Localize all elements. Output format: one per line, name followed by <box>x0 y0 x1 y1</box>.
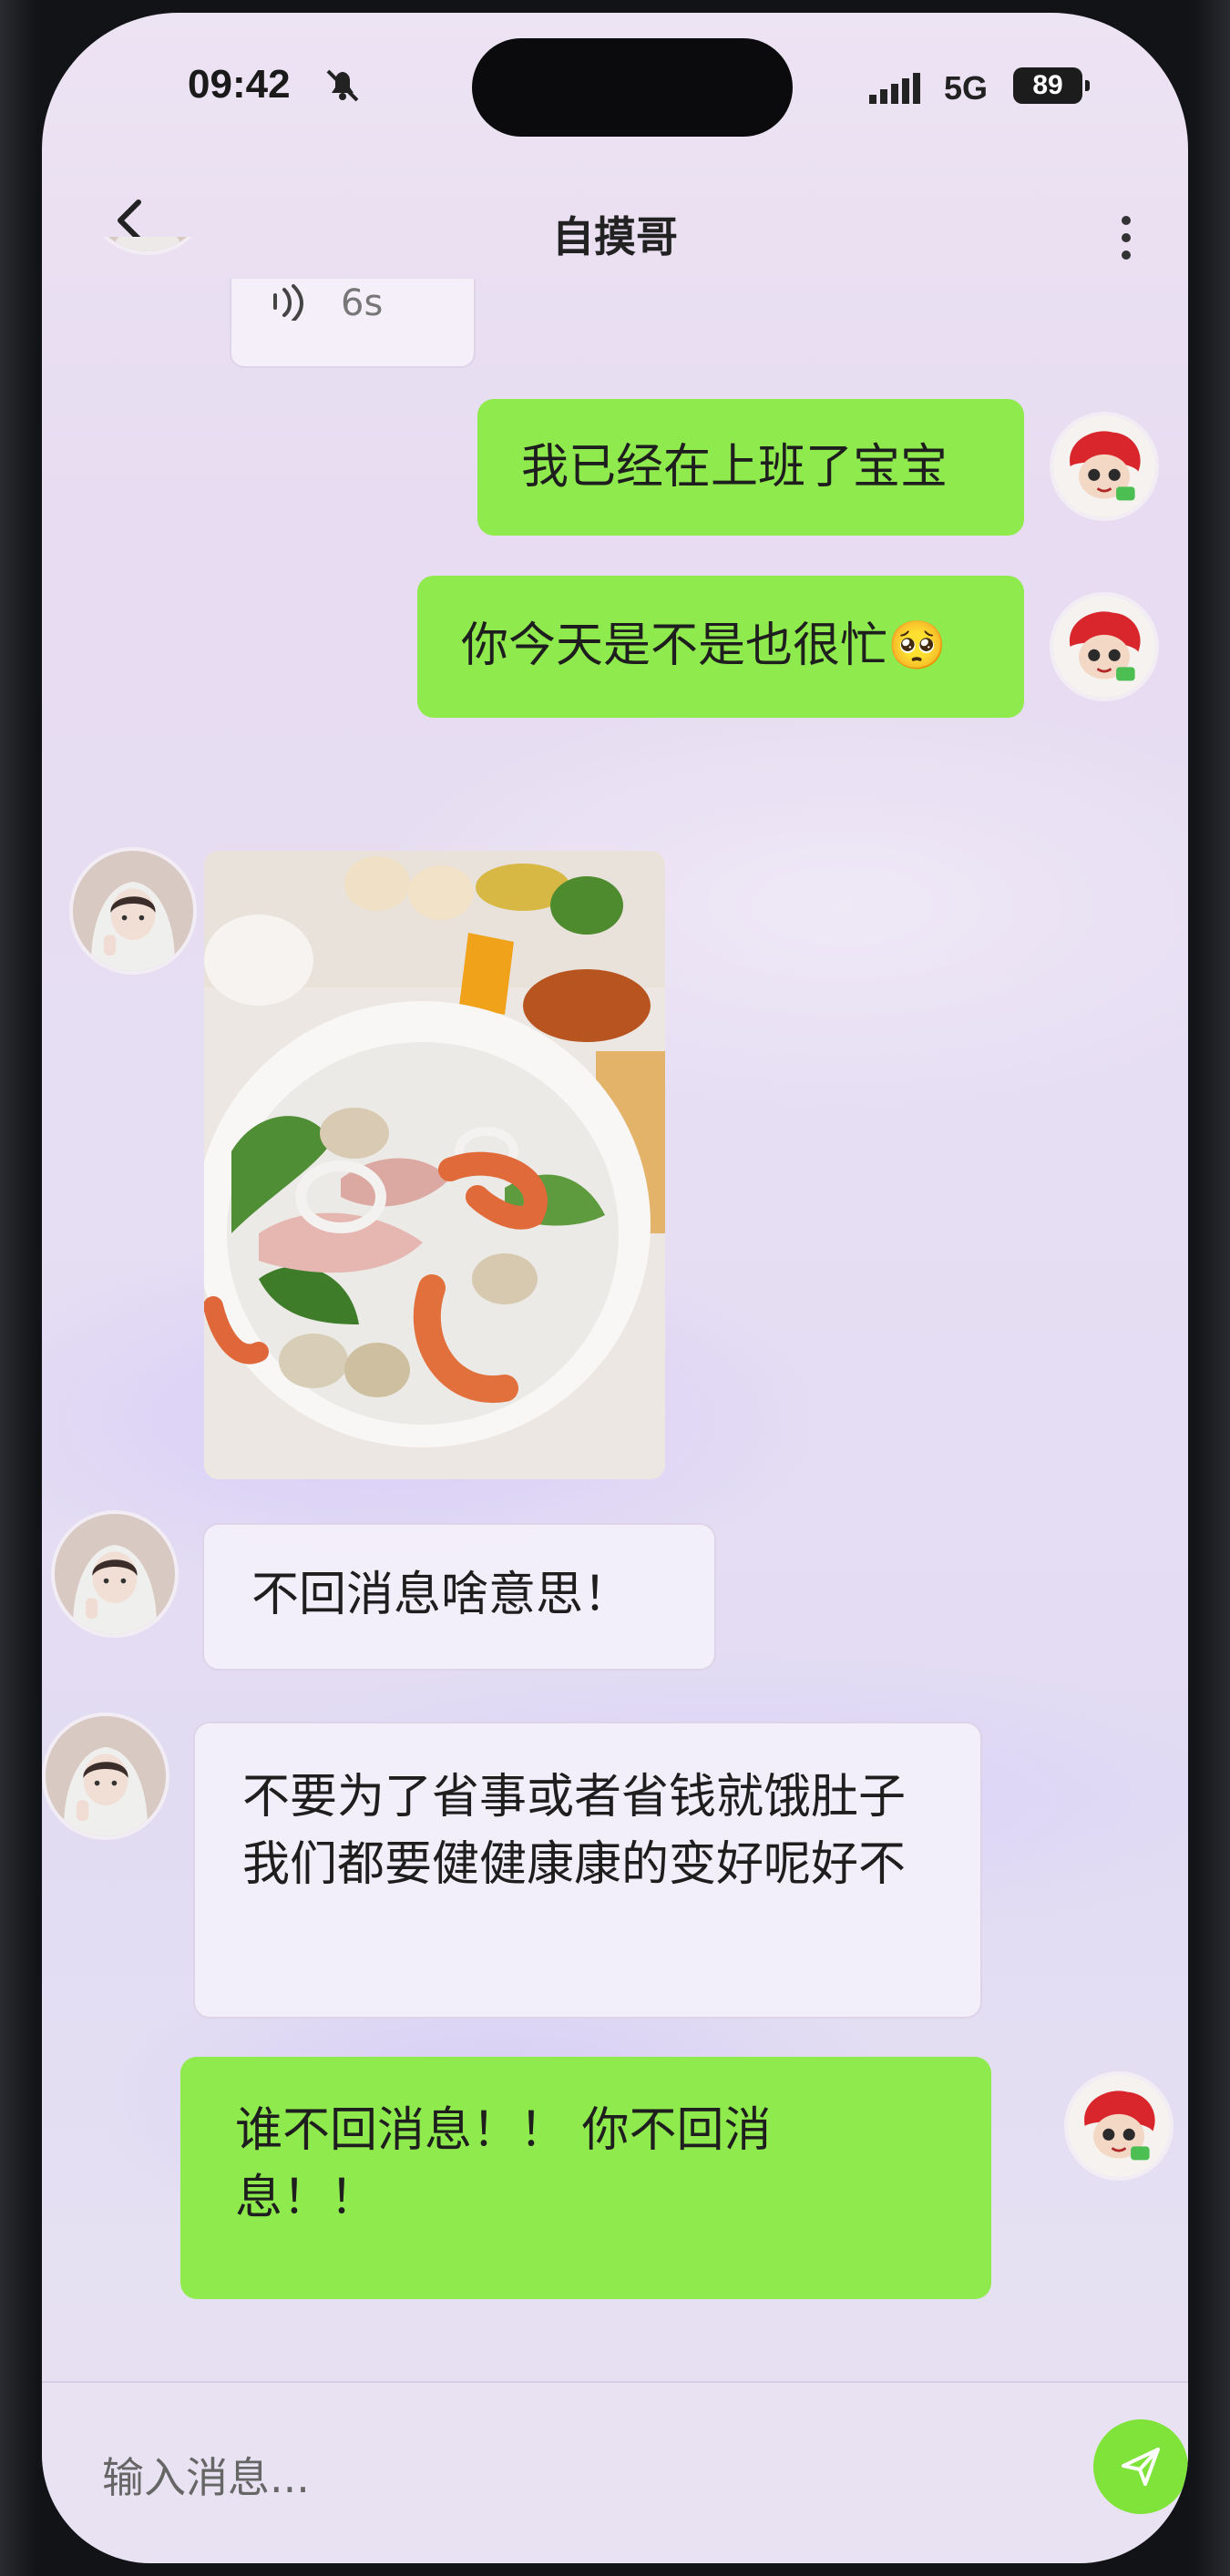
message-input-bar: 输入消息... <box>42 2381 1188 2563</box>
contact-avatar[interactable] <box>42 1712 169 1840</box>
contact-avatar[interactable] <box>51 1510 179 1638</box>
chat-screen: 09:42 5G 89 自摸哥 6s 我已经在上班了宝宝 你今天是不是也很忙🥺 … <box>42 13 1188 2563</box>
contact-message-bubble[interactable]: 不要为了省事或者省钱就饿肚子 我们都要健健康康的变好呢好不 <box>193 1722 982 2019</box>
message-text: 不回消息啥意思！ <box>251 1568 631 1622</box>
my-message-bubble[interactable]: 我已经在上班了宝宝 <box>477 399 1024 536</box>
network-label: 5G <box>944 69 989 107</box>
message-text: 你今天是不是也很忙🥺 <box>461 618 947 673</box>
battery-indicator: 89 <box>1013 67 1090 104</box>
my-avatar[interactable] <box>1050 412 1159 521</box>
food-photo[interactable] <box>204 851 665 1479</box>
sound-wave-icon <box>273 284 303 321</box>
contact-message-bubble[interactable]: 不回消息啥意思！ <box>202 1523 716 1671</box>
phone-frame: 09:42 5G 89 自摸哥 6s 我已经在上班了宝宝 你今天是不是也很忙🥺 … <box>0 0 1230 2576</box>
my-avatar[interactable] <box>1064 2071 1174 2181</box>
voice-message-bubble[interactable]: 6s <box>230 279 476 368</box>
signal-bars-icon <box>869 73 920 104</box>
message-input[interactable]: 输入消息... <box>75 2419 995 2520</box>
vertical-dots-icon[interactable] <box>1117 215 1135 261</box>
send-button[interactable] <box>1093 2419 1188 2514</box>
paper-plane-icon <box>1122 2448 1160 2486</box>
bell-slash-icon <box>326 69 359 102</box>
message-text: 谁不回消息！！ 你不回消息！！ <box>235 2103 772 2225</box>
dynamic-island <box>472 38 793 137</box>
status-bar: 09:42 5G 89 <box>42 13 1188 149</box>
message-text: 我已经在上班了宝宝 <box>521 440 948 495</box>
contact-avatar[interactable] <box>69 847 197 975</box>
my-message-bubble[interactable]: 谁不回消息！！ 你不回消息！！ <box>180 2057 991 2299</box>
status-time: 09:42 <box>188 62 291 107</box>
my-message-bubble[interactable]: 你今天是不是也很忙🥺 <box>417 576 1024 718</box>
message-text: 不要为了省事或者省钱就饿肚子 我们都要健健康康的变好呢好不 <box>242 1770 907 1892</box>
chat-title: 自摸哥 <box>552 212 678 261</box>
my-avatar[interactable] <box>1050 592 1159 701</box>
voice-duration: 6s <box>341 282 384 324</box>
